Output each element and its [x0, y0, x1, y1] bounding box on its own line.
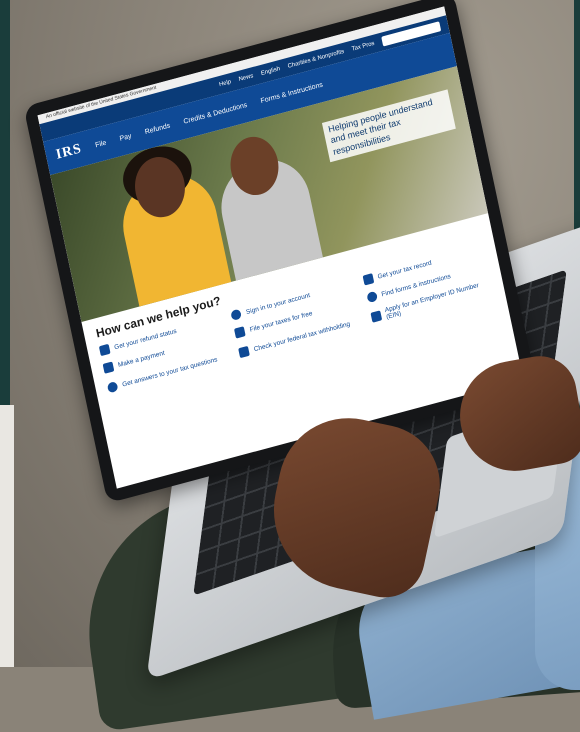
document-icon [234, 326, 247, 339]
nav-file[interactable]: File [95, 139, 107, 149]
calendar-icon [98, 343, 111, 357]
record-icon [362, 273, 374, 286]
calculator-icon [238, 345, 251, 359]
nav-forms[interactable]: Forms & Instructions [260, 81, 323, 104]
nav-pay[interactable]: Pay [119, 132, 132, 142]
user-icon [230, 308, 243, 321]
topbar-news[interactable]: News [238, 73, 254, 83]
topbar-help[interactable]: Help [219, 79, 232, 88]
light-band [0, 405, 14, 667]
irs-logo[interactable]: IRS [55, 141, 84, 163]
topbar-taxpros[interactable]: Tax Pros [351, 41, 375, 53]
laptop-icon [370, 310, 382, 323]
link-label: Make a payment [117, 349, 166, 369]
payment-icon [102, 361, 115, 374]
nav-credits[interactable]: Credits & Deductions [183, 101, 248, 125]
info-icon [365, 290, 378, 304]
hero-tagline: Helping people understand and meet their… [321, 89, 456, 162]
teal-band [0, 0, 10, 410]
nav-refunds[interactable]: Refunds [144, 122, 171, 136]
topbar-language[interactable]: English [260, 66, 280, 77]
question-icon [106, 381, 119, 394]
